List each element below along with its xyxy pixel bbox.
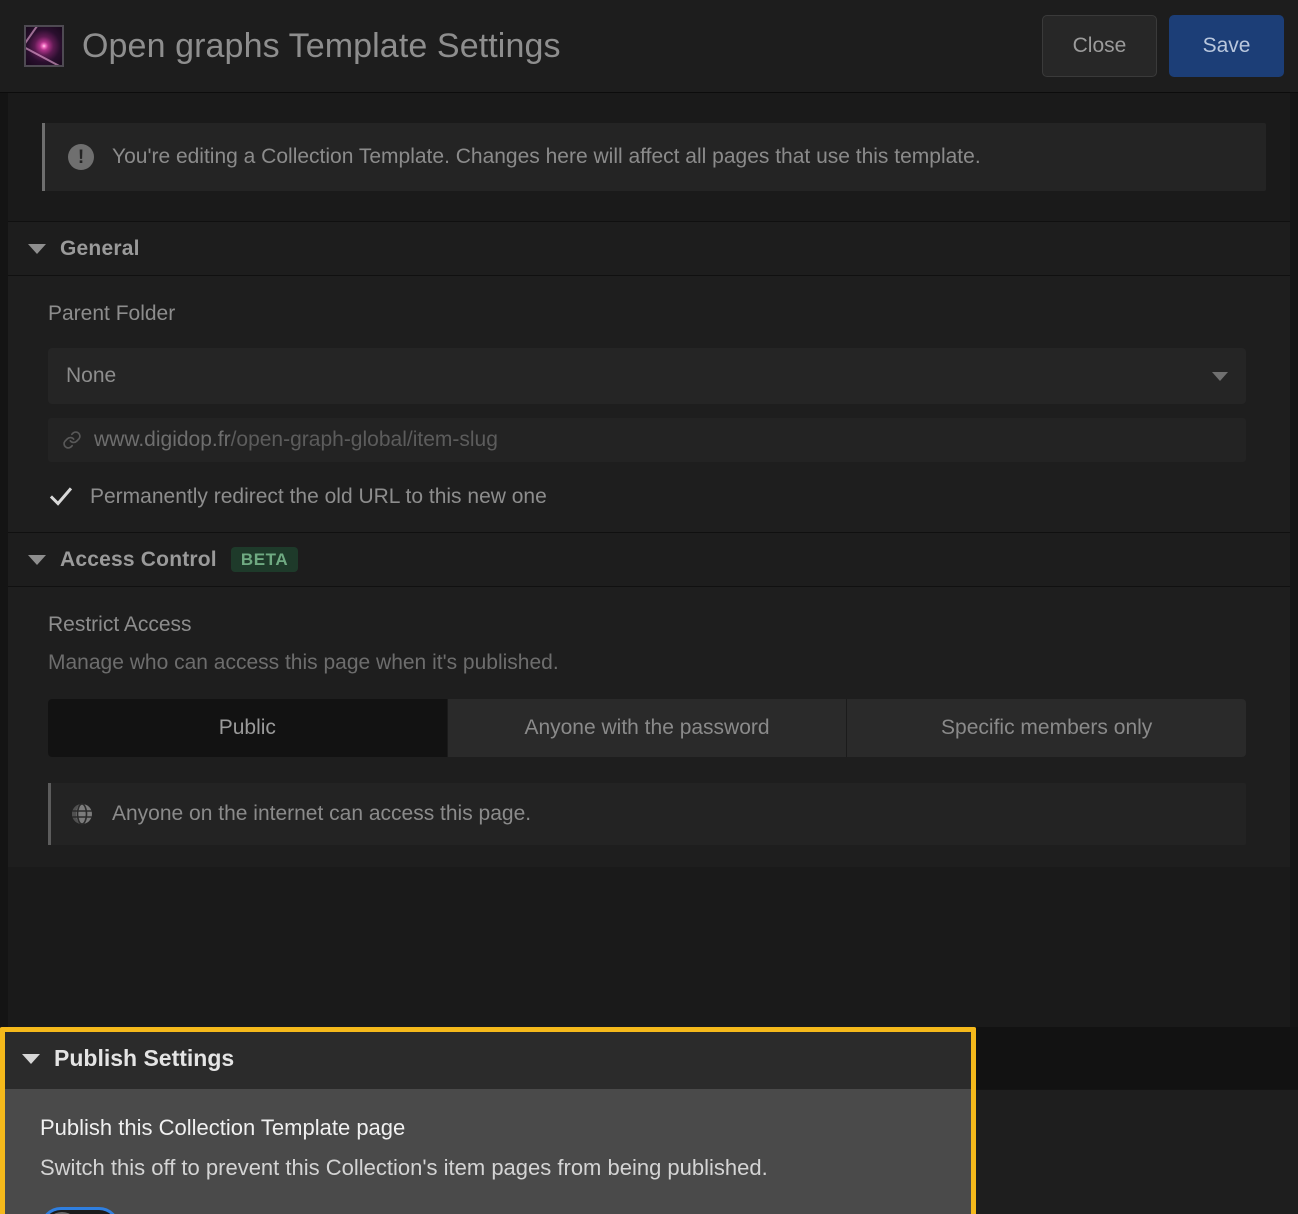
section-header-general[interactable]: General [8, 221, 1290, 276]
segment-password[interactable]: Anyone with the password [448, 699, 848, 757]
banner-text: You're editing a Collection Template. Ch… [112, 145, 981, 168]
access-note: Anyone on the internet can access this p… [48, 783, 1246, 845]
starburst-thumbnail-icon [24, 25, 64, 67]
parent-folder-value: None [66, 364, 117, 387]
redirect-checkbox-row[interactable]: Permanently redirect the old URL to this… [48, 484, 1268, 510]
section-title-general: General [60, 236, 140, 260]
titlebar-left-group: Open graphs Template Settings [0, 25, 1042, 67]
chevron-down-icon [28, 243, 46, 254]
publish-toggle-row: OFF [40, 1207, 976, 1214]
page-url-text: www.digidop.fr/open-graph-global/item-sl… [94, 428, 498, 452]
page-slug-field[interactable]: www.digidop.fr/open-graph-global/item-sl… [48, 418, 1246, 462]
publish-right-filler [976, 1027, 1298, 1214]
parent-folder-select[interactable]: None [48, 348, 1246, 404]
chevron-down-icon [22, 1053, 40, 1064]
titlebar-actions: Close Save [1042, 15, 1298, 77]
page-url-host: www.digidop.fr [94, 428, 231, 451]
restrict-access-segmented-control: Public Anyone with the password Specific… [48, 699, 1246, 757]
page-url-path: /open-graph-global/item-slug [230, 428, 498, 451]
filler-strip-bottom [976, 1089, 1298, 1214]
save-button[interactable]: Save [1169, 15, 1284, 77]
banner-container: ! You're editing a Collection Template. … [8, 93, 1290, 191]
chevron-down-icon [28, 554, 46, 565]
restrict-access-label: Restrict Access [48, 613, 192, 636]
settings-scroll-body[interactable]: ! You're editing a Collection Template. … [0, 93, 1298, 1214]
redirect-checkbox-label: Permanently redirect the old URL to this… [90, 485, 547, 508]
checkmark-icon[interactable] [48, 484, 74, 510]
segment-public[interactable]: Public [48, 699, 448, 757]
template-warning-banner: ! You're editing a Collection Template. … [42, 123, 1266, 191]
section-title-access-control: Access Control [60, 547, 217, 571]
alert-circle-icon: ! [68, 144, 94, 170]
status-badge-beta: BETA [230, 547, 299, 572]
filler-strip-top [976, 1027, 1298, 1089]
page-title: Open graphs Template Settings [82, 26, 561, 65]
chevron-down-icon [1212, 371, 1228, 381]
section-body-access-control: Restrict Access Manage who can access th… [8, 587, 1290, 867]
section-title-publish-settings: Publish Settings [54, 1045, 235, 1071]
section-header-access-control[interactable]: Access Control BETA [8, 532, 1290, 587]
publish-toggle[interactable] [40, 1207, 120, 1214]
link-icon [62, 430, 82, 450]
publish-page-description: Switch this off to prevent this Collecti… [40, 1155, 768, 1180]
window-titlebar: Open graphs Template Settings Close Save [0, 0, 1298, 93]
section-body-general: Parent Folder None www.digidop.fr/open-g… [8, 276, 1290, 532]
section-body-publish-settings: Publish this Collection Template page Sw… [0, 1089, 976, 1214]
close-button[interactable]: Close [1042, 15, 1157, 77]
access-note-text: Anyone on the internet can access this p… [112, 802, 532, 825]
publish-page-heading: Publish this Collection Template page [40, 1115, 406, 1140]
section-header-publish-settings[interactable]: Publish Settings [0, 1027, 976, 1089]
globe-icon [70, 802, 94, 826]
parent-folder-label: Parent Folder [48, 302, 176, 325]
segment-members[interactable]: Specific members only [847, 699, 1246, 757]
publish-settings-section: Publish Settings Publish this Collection… [0, 1027, 976, 1214]
restrict-access-description: Manage who can access this page when it'… [48, 651, 559, 674]
template-settings-window: Open graphs Template Settings Close Save… [0, 0, 1298, 1214]
